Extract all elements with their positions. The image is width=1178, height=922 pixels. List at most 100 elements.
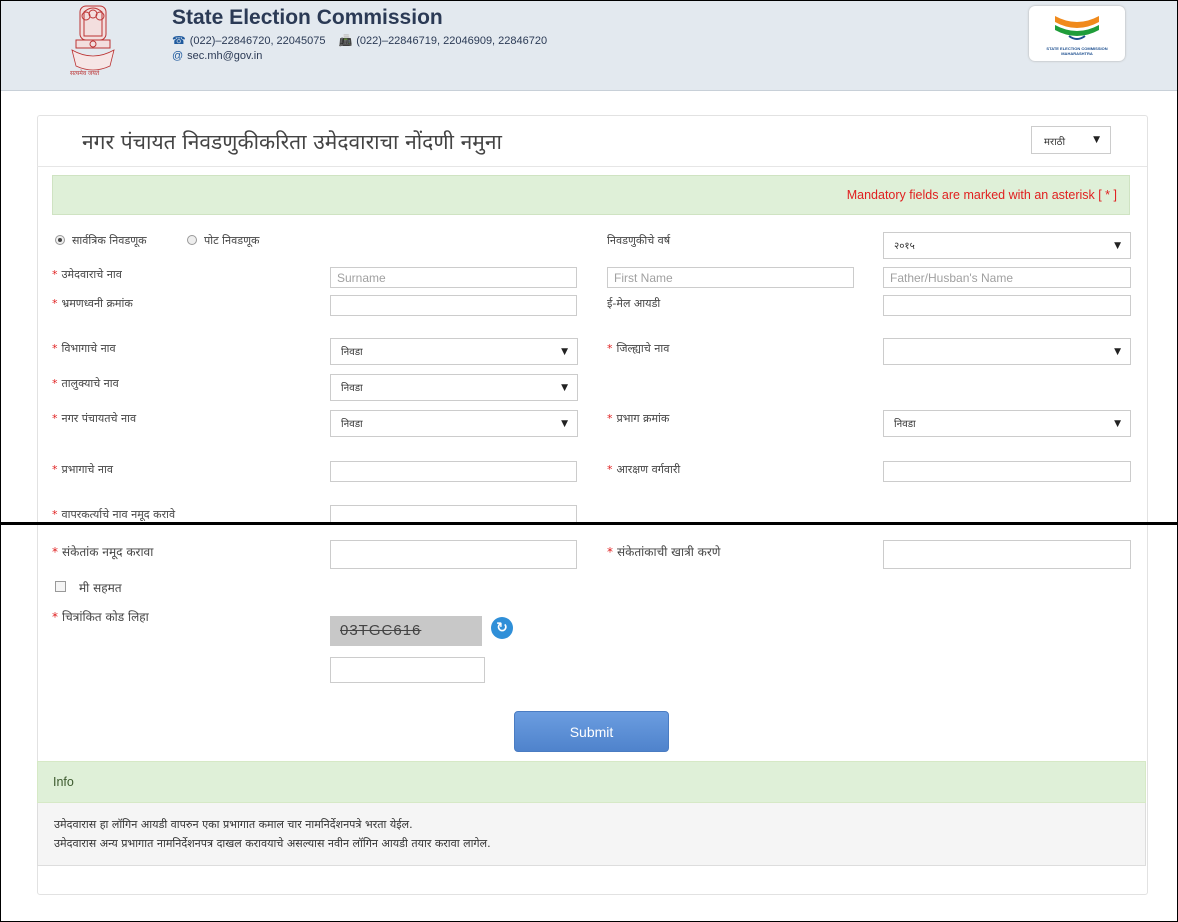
taluka-select[interactable]: निवडा ▼ bbox=[330, 374, 578, 401]
caret-down-icon: ▼ bbox=[1093, 135, 1100, 145]
radio-by-election[interactable] bbox=[187, 235, 197, 245]
fax-numbers: (022)–22846719, 22046909, 22846720 bbox=[356, 35, 548, 47]
mandatory-note: Mandatory fields are marked with an aste… bbox=[846, 188, 1117, 202]
refresh-icon[interactable]: ↻ bbox=[491, 617, 513, 639]
captcha-image: 03TGC616 bbox=[330, 616, 482, 646]
sec-logo: STATE ELECTION COMMISSION MAHARASHTRA bbox=[1029, 6, 1125, 61]
first-name-input[interactable] bbox=[607, 267, 854, 288]
password-text: संकेतांक नमूद करावा bbox=[62, 545, 154, 559]
required-mark: * bbox=[52, 508, 58, 521]
radio-general-label: सार्वत्रिक निवडणूक bbox=[72, 234, 147, 247]
ward-name-text: प्रभागाचे नाव bbox=[61, 463, 113, 476]
required-mark: * bbox=[52, 377, 58, 390]
page-title: नगर पंचायत निवडणुकीकरिता उमेदवाराचा नोंद… bbox=[82, 130, 502, 154]
ward-no-label: * प्रभाग क्रमांक bbox=[607, 411, 669, 426]
required-mark: * bbox=[52, 297, 58, 310]
caret-down-icon: ▼ bbox=[1114, 241, 1121, 251]
required-mark: * bbox=[52, 342, 58, 355]
language-select[interactable]: मराठी ▼ bbox=[1031, 126, 1111, 154]
district-text: जिल्ह्याचे नाव bbox=[616, 342, 670, 355]
mobile-label: * भ्रमणध्वनी क्रमांक bbox=[52, 296, 133, 311]
candidate-name-text: उमेदवाराचे नाव bbox=[61, 268, 122, 281]
required-mark: * bbox=[607, 412, 613, 425]
confirm-password-text: संकेतांकाची खात्री करणे bbox=[617, 545, 721, 559]
agree-checkbox[interactable] bbox=[55, 581, 66, 592]
required-mark: * bbox=[607, 463, 613, 476]
ward-no-text: प्रभाग क्रमांक bbox=[616, 412, 670, 425]
nagar-panchayat-select[interactable]: निवडा ▼ bbox=[330, 410, 578, 437]
submit-button[interactable]: Submit bbox=[514, 711, 669, 752]
ward-name-input[interactable] bbox=[330, 461, 577, 482]
election-year-value: २०१५ bbox=[894, 241, 915, 252]
division-text: विभागाचे नाव bbox=[61, 342, 116, 355]
captcha-text: चित्रांकित कोड लिहा bbox=[62, 610, 149, 624]
election-year-select[interactable]: २०१५ ▼ bbox=[883, 232, 1131, 259]
division-value: निवडा bbox=[341, 347, 363, 358]
required-mark: * bbox=[607, 342, 613, 355]
mobile-text: भ्रमणध्वनी क्रमांक bbox=[61, 297, 133, 310]
password-label: * संकेतांक नमूद करावा bbox=[52, 543, 153, 560]
caret-down-icon: ▼ bbox=[1114, 347, 1121, 357]
fax-icon: 📠 bbox=[338, 35, 353, 47]
nagar-panchayat-label: * नगर पंचायतचे नाव bbox=[52, 411, 136, 426]
info-line-2: उमेदवारास अन्य प्रभागात नामनिर्देशनपत्र … bbox=[54, 837, 491, 850]
email-address[interactable]: sec.mh@gov.in bbox=[187, 50, 262, 62]
district-label: * जिल्ह्याचे नाव bbox=[607, 341, 669, 356]
caret-down-icon: ▼ bbox=[561, 347, 568, 357]
taluka-label: * तालुक्याचे नाव bbox=[52, 376, 119, 391]
sec-logo-icon bbox=[1055, 16, 1099, 40]
caret-down-icon: ▼ bbox=[561, 419, 568, 429]
username-label: * वापरकर्त्याचे नाव नमूद करावे bbox=[52, 507, 175, 522]
division-select[interactable]: निवडा ▼ bbox=[330, 338, 578, 365]
email-label: ई-मेल आयडी bbox=[607, 297, 661, 310]
required-mark: * bbox=[52, 268, 58, 281]
info-heading: Info bbox=[53, 775, 74, 789]
mandatory-alert: Mandatory fields are marked with an aste… bbox=[52, 175, 1130, 215]
emblem-motto: सत्यमेव जयते bbox=[70, 71, 100, 77]
required-mark: * bbox=[52, 412, 58, 425]
captcha-label: * चित्रांकित कोड लिहा bbox=[52, 608, 149, 625]
username-input[interactable] bbox=[330, 505, 577, 523]
father-name-input[interactable] bbox=[883, 267, 1131, 288]
captcha-input[interactable] bbox=[330, 657, 485, 683]
at-icon: @ bbox=[172, 50, 184, 62]
email-input[interactable] bbox=[883, 295, 1131, 316]
confirm-password-label: * संकेतांकाची खात्री करणे bbox=[607, 543, 720, 560]
nagar-panchayat-value: निवडा bbox=[341, 419, 363, 430]
agree-label: मी सहमत bbox=[79, 581, 122, 595]
ward-no-value: निवडा bbox=[894, 419, 916, 430]
ward-no-select[interactable]: निवडा ▼ bbox=[883, 410, 1131, 437]
ward-name-label: * प्रभागाचे नाव bbox=[52, 462, 113, 477]
surname-input[interactable] bbox=[330, 267, 577, 288]
sec-logo-text: STATE ELECTION COMMISSION MAHARASHTRA bbox=[1046, 46, 1108, 56]
phone-numbers: (022)–22846720, 22045075 bbox=[189, 35, 326, 47]
required-mark: * bbox=[52, 610, 58, 624]
reservation-text: आरक्षण वर्गवारी bbox=[616, 463, 681, 476]
radio-general-election[interactable] bbox=[55, 235, 65, 245]
title-divider bbox=[37, 166, 1147, 167]
taluka-text: तालुक्याचे नाव bbox=[61, 377, 119, 390]
election-year-label: निवडणुकीचे वर्ष bbox=[607, 234, 671, 247]
info-panel-body: उमेदवारास हा लॉगिन आयडी वापरुन एका प्रभा… bbox=[37, 803, 1146, 866]
info-line-1: उमेदवारास हा लॉगिन आयडी वापरुन एका प्रभा… bbox=[54, 818, 413, 831]
password-input[interactable] bbox=[330, 540, 577, 569]
division-label: * विभागाचे नाव bbox=[52, 341, 116, 356]
mobile-input[interactable] bbox=[330, 295, 577, 316]
phone-icon: ☎ bbox=[172, 35, 186, 47]
reservation-label: * आरक्षण वर्गवारी bbox=[607, 462, 680, 477]
info-panel-header: Info bbox=[37, 761, 1146, 803]
username-text: वापरकर्त्याचे नाव नमूद करावे bbox=[61, 508, 176, 521]
candidate-name-label: * उमेदवाराचे नाव bbox=[52, 267, 122, 282]
taluka-value: निवडा bbox=[341, 383, 363, 394]
screenshot-divider bbox=[0, 522, 1178, 525]
confirm-password-input[interactable] bbox=[883, 540, 1131, 569]
caret-down-icon: ▼ bbox=[1114, 419, 1121, 429]
caret-down-icon: ▼ bbox=[561, 383, 568, 393]
nagar-panchayat-text: नगर पंचायतचे नाव bbox=[61, 412, 137, 425]
email-line: @ sec.mh@gov.in bbox=[172, 50, 262, 62]
reservation-input[interactable] bbox=[883, 461, 1131, 482]
district-select[interactable]: ▼ bbox=[883, 338, 1131, 365]
required-mark: * bbox=[607, 545, 613, 559]
site-title: State Election Commission bbox=[172, 6, 443, 29]
required-mark: * bbox=[52, 545, 58, 559]
